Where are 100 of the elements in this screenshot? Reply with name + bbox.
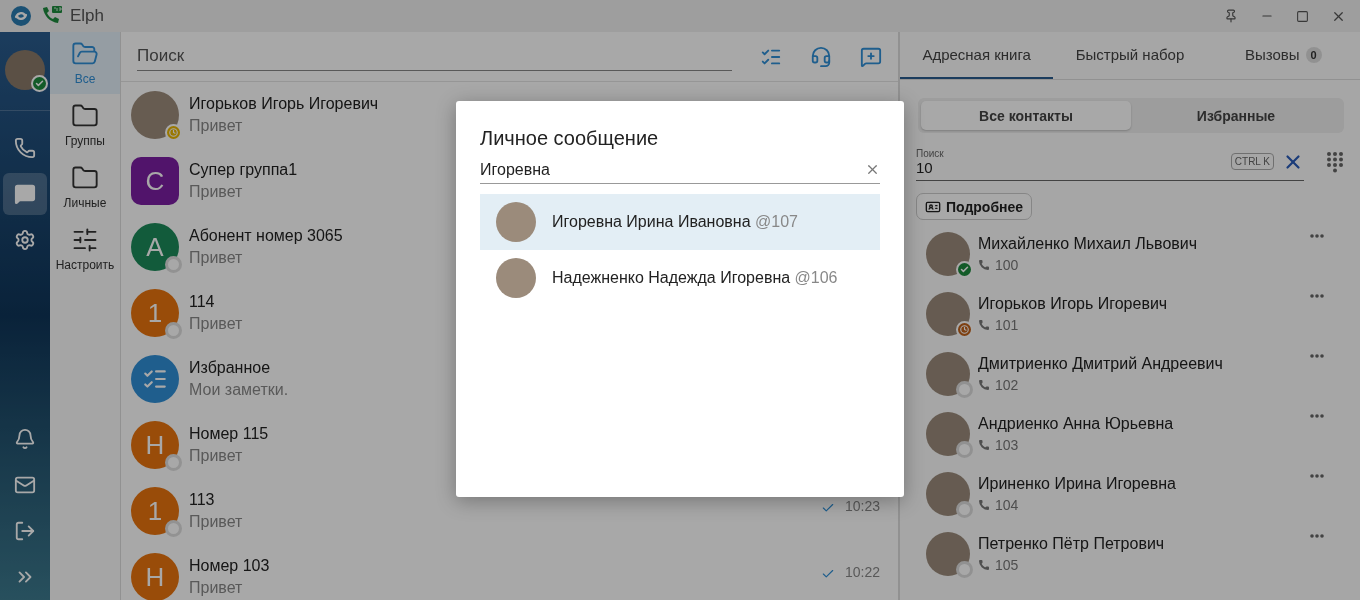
- contact-name: Михайленко Михаил Львович: [978, 235, 1198, 253]
- more-button[interactable]: [1310, 234, 1324, 238]
- panel-tab[interactable]: Вызовы 0: [1206, 32, 1360, 79]
- message-preview: Привет: [189, 315, 243, 333]
- avatar-photo-placeholder: [496, 258, 536, 298]
- dialog-search-field[interactable]: Игоревна: [480, 156, 880, 184]
- avatar-photo-placeholder: [926, 412, 970, 456]
- phone-icon: [14, 137, 36, 159]
- phone-number: 105: [995, 557, 1019, 573]
- offline-badge: [956, 561, 973, 578]
- letter-avatar: 1: [131, 289, 179, 337]
- offline-badge: [956, 441, 973, 458]
- more-button[interactable]: [1310, 354, 1324, 358]
- chat-icon: [14, 183, 36, 205]
- avatar-photo-placeholder: [926, 352, 970, 396]
- contact-name: Ириненко Ирина Игоревна: [978, 475, 1176, 493]
- more-icon: [1310, 474, 1324, 478]
- sliders-icon: [71, 226, 99, 254]
- more-button[interactable]: [1310, 414, 1324, 418]
- segment-tab[interactable]: Все контакты: [921, 101, 1131, 130]
- clear-icon[interactable]: [865, 162, 880, 177]
- away-badge: [165, 124, 182, 141]
- offline-badge: [956, 501, 973, 518]
- letter-avatar: 1: [131, 487, 179, 535]
- avatar-photo-placeholder: [926, 532, 970, 576]
- segment-tab[interactable]: Избранные: [1131, 101, 1341, 130]
- folder-tab[interactable]: Группы: [50, 94, 120, 156]
- message-preview: Привет: [189, 447, 243, 465]
- logout-icon: [14, 520, 36, 542]
- panel-tab[interactable]: Адресная книга: [900, 32, 1054, 79]
- phone-number: 103: [995, 437, 1019, 453]
- more-icon: [1310, 354, 1324, 358]
- letter-avatar: Н: [131, 553, 179, 600]
- chat-name: 114: [189, 293, 215, 311]
- shortcut-hint: CTRL K: [1230, 153, 1274, 170]
- field-value: 10: [916, 158, 934, 176]
- user-avatar-placeholder[interactable]: [5, 50, 45, 90]
- new-chat-button[interactable]: [860, 45, 882, 68]
- more-button[interactable]: [1310, 294, 1324, 298]
- phone-number: 104: [995, 497, 1019, 513]
- chat-name: Избранное: [189, 359, 271, 377]
- phone-number: 101: [995, 317, 1019, 333]
- online-badge: [31, 75, 48, 92]
- folder-tab[interactable]: Личные: [50, 156, 120, 218]
- pin-icon: [1224, 9, 1238, 23]
- contact-result[interactable]: Надежненко Надежда Игоревна @106: [480, 250, 880, 306]
- more-button[interactable]: [1310, 534, 1324, 538]
- more-icon: [1310, 534, 1324, 538]
- bell-icon: [14, 428, 36, 450]
- logo-icon: [10, 5, 32, 27]
- letter-avatar: С: [131, 157, 179, 205]
- field-label: Поиск: [916, 147, 945, 159]
- message-preview: Мои заметки.: [189, 381, 289, 399]
- folder-tab[interactable]: Настроить: [50, 218, 120, 280]
- message-preview: Привет: [189, 513, 243, 531]
- mail-icon: [14, 474, 36, 496]
- avatar-photo-placeholder: [131, 91, 179, 139]
- check-icon: [820, 501, 835, 515]
- count-badge: 0: [1305, 46, 1322, 63]
- maximize-icon: [1296, 9, 1309, 23]
- message-preview: Привет: [189, 249, 243, 267]
- more-icon: [1310, 294, 1324, 298]
- settings-icon: [14, 229, 36, 251]
- message-time: 10:22: [844, 564, 880, 580]
- contact-name: Дмитриенко Дмитрий Андреевич: [978, 355, 1223, 373]
- phone-icon: [978, 559, 990, 571]
- dialpad-icon[interactable]: [1326, 151, 1344, 173]
- avatar-photo-placeholder: [926, 292, 970, 336]
- chat-name: Номер 115: [189, 425, 269, 443]
- offline-badge: [165, 256, 182, 273]
- chat-name: Супер группа1: [189, 161, 298, 179]
- add-message-icon: [860, 45, 882, 68]
- contact-result[interactable]: Игоревна Ирина Ивановна @107: [480, 194, 880, 250]
- contact-name: Андриенко Анна Юрьевна: [978, 415, 1174, 433]
- contact-name: Петренко Пётр Петрович: [978, 535, 1165, 553]
- chat-name: Игорьков Игорь Игоревич: [189, 95, 379, 113]
- check-icon: [820, 567, 835, 581]
- details-button[interactable]: Подробнее: [916, 193, 1033, 220]
- message-preview: Привет: [189, 183, 243, 201]
- avatar-photo-placeholder: [926, 472, 970, 516]
- headset-button[interactable]: [810, 45, 832, 68]
- contact-name: Игорьков Игорь Игоревич: [978, 295, 1168, 313]
- app-title: Elph: [70, 6, 105, 26]
- offline-badge: [165, 520, 182, 537]
- phone-icon: [978, 499, 990, 511]
- chat-name: 113: [189, 491, 215, 509]
- phone-icon: [978, 319, 990, 331]
- phone-icon: [978, 439, 990, 451]
- phone-icon: [978, 379, 990, 391]
- offline-badge: [165, 454, 182, 471]
- more-button[interactable]: [1310, 474, 1324, 478]
- message-time: 10:23: [844, 498, 880, 514]
- away-badge: [956, 321, 973, 338]
- message-preview: Привет: [189, 579, 243, 597]
- avatar-photo-placeholder: [926, 232, 970, 276]
- offline-badge: [165, 322, 182, 339]
- panel-tab[interactable]: Быстрый набор: [1053, 32, 1207, 79]
- search-field[interactable]: Поиск: [137, 42, 732, 71]
- chat-name: Номер 103: [189, 557, 270, 575]
- contact-search-field[interactable]: Поиск 10 CTRL K: [916, 143, 1304, 181]
